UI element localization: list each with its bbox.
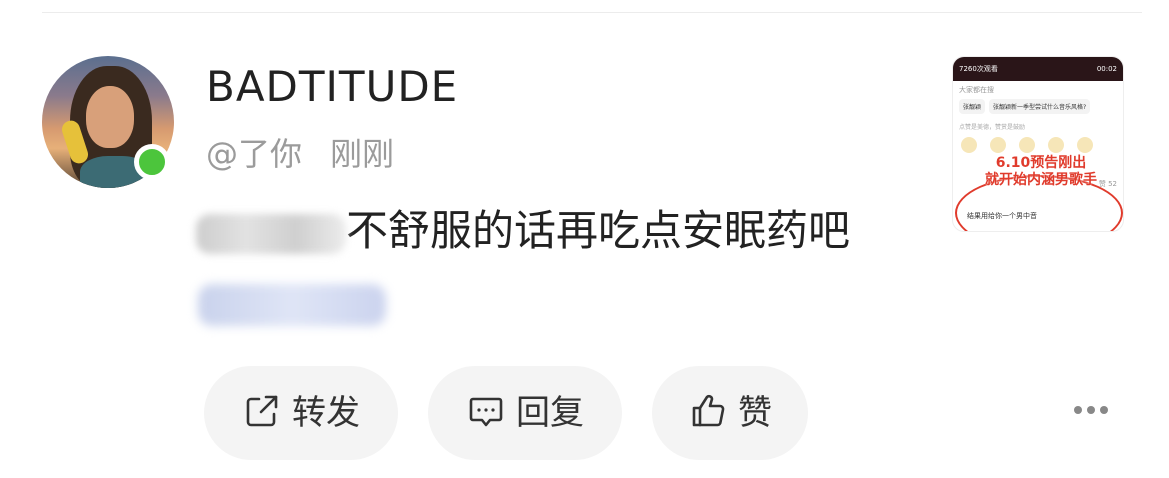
thumb-chip: 张靓颖新一季型尝试什么音乐风格? bbox=[989, 99, 1091, 114]
post-content-text: 不舒服的话再吃点安眠药吧 bbox=[346, 206, 851, 255]
online-status-dot bbox=[134, 144, 170, 180]
reply-label: 回复 bbox=[516, 393, 584, 433]
username[interactable]: BADTITUDE bbox=[206, 66, 458, 108]
comment-icon bbox=[466, 391, 506, 435]
thumb-overlay-text: 6.10预告刚出 就开始内涵男歌手 bbox=[985, 155, 1097, 188]
reply-button[interactable]: 回复 bbox=[428, 366, 622, 460]
thumb-reply-preview: 结果用给你一个男中音 bbox=[967, 212, 1037, 220]
avatar[interactable] bbox=[42, 56, 174, 188]
like-label: 赞 bbox=[738, 393, 772, 433]
post-time: 刚刚 bbox=[330, 135, 395, 173]
video-bar: 7260次观看 00:02 bbox=[953, 57, 1123, 81]
thumbs-up-icon bbox=[688, 391, 728, 435]
thumb-likes: 赞 52 bbox=[1098, 180, 1117, 188]
thumb-chip: 张靓颖 bbox=[959, 99, 986, 114]
share-icon bbox=[242, 391, 282, 435]
mention-text: @了你 bbox=[206, 135, 303, 173]
thumb-icon-row bbox=[953, 133, 1123, 157]
thumb-note: 点赞是美德，赞赏是鼓励 bbox=[959, 124, 1026, 131]
post-thumbnail[interactable]: 7260次观看 00:02 大家都在搜 张靓颖 张靓颖新一季型尝试什么音乐风格?… bbox=[952, 56, 1124, 232]
forward-label: 转发 bbox=[292, 393, 360, 433]
thumb-search-label: 大家都在搜 bbox=[959, 86, 994, 94]
top-divider bbox=[42, 12, 1142, 13]
forward-button[interactable]: 转发 bbox=[204, 366, 398, 460]
blurred-tag bbox=[198, 284, 386, 326]
video-duration: 00:02 bbox=[1096, 65, 1117, 73]
post-meta: @了你 刚刚 bbox=[206, 138, 394, 170]
blurred-name bbox=[196, 213, 346, 254]
video-views: 7260次观看 bbox=[959, 65, 998, 73]
post-content: 不舒服的话再吃点安眠药吧 bbox=[196, 210, 850, 254]
more-icon[interactable] bbox=[1072, 400, 1110, 420]
like-button[interactable]: 赞 bbox=[652, 366, 808, 460]
